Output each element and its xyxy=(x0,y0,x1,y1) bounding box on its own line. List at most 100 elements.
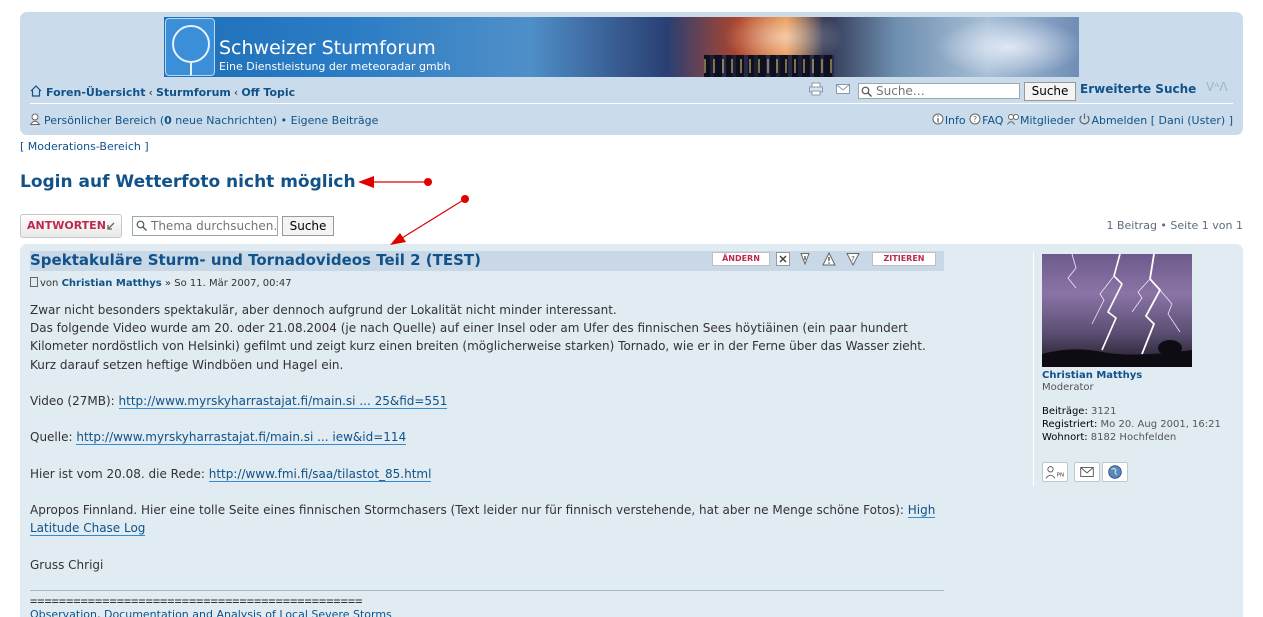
post-author-link[interactable]: Christian Matthys xyxy=(62,278,162,289)
website-globe-icon[interactable] xyxy=(1102,462,1128,482)
reply-button-label: ANTWORTEN xyxy=(27,219,106,232)
profile-stats: Beiträge: 3121 Registriert: Mo 20. Aug 2… xyxy=(1042,405,1222,444)
avatar[interactable] xyxy=(1042,254,1192,367)
reply-arrow-icon xyxy=(107,222,115,230)
svg-text:?: ? xyxy=(851,255,855,263)
signature-link[interactable]: Observation, Documentation and Analysis … xyxy=(30,608,392,617)
registered-value: Mo 20. Aug 2001, 16:21 xyxy=(1097,419,1221,430)
own-posts-link[interactable]: Eigene Beiträge xyxy=(291,114,379,127)
post-date: » So 11. Mär 2007, 00:47 xyxy=(161,278,292,289)
user-control-panel-link[interactable]: Persönlicher Bereich (0 neue Nachrichten… xyxy=(30,112,378,127)
breadcrumb-separator: ‹ xyxy=(148,86,153,99)
personal-area-prefix: Persönlicher Bereich ( xyxy=(44,114,165,127)
pagination-info: 1 Beitrag • Seite 1 von 1 xyxy=(1106,219,1244,232)
annotation-arrow xyxy=(390,195,469,245)
info-link[interactable]: Info xyxy=(945,114,966,127)
edit-button[interactable]: ÄNDERN xyxy=(712,252,770,266)
video-label: Video (27MB): xyxy=(30,394,119,408)
profile-name-link[interactable]: Christian Matthys xyxy=(1042,370,1142,381)
breadcrumb-subforum[interactable]: Off Topic xyxy=(241,86,295,99)
posts-label: Beiträge: xyxy=(1042,406,1088,417)
profile-location: Wohnort: 8182 Hochfelden xyxy=(1042,431,1222,444)
registered-label: Registriert: xyxy=(1042,419,1098,430)
post-icon xyxy=(30,277,38,287)
post-greeting: Gruss Chrigi xyxy=(30,557,104,572)
profile-rank: Moderator xyxy=(1042,382,1094,393)
logout-link[interactable]: Abmelden [ Dani (Uster) ] xyxy=(1091,114,1233,127)
breadcrumb-home[interactable]: Foren-Übersicht xyxy=(46,86,146,99)
site-banner[interactable]: Schweizer Sturmforum Eine Dienstleistung… xyxy=(164,17,1079,77)
annotation-arrow xyxy=(358,176,432,188)
quote-button-label: ZITIEREN xyxy=(883,254,925,263)
topic-search-input[interactable] xyxy=(132,216,278,236)
report-icon[interactable] xyxy=(798,252,812,266)
edit-button-label: ÄNDERN xyxy=(722,254,760,263)
post: Spektakuläre Sturm- und Tornadovideos Te… xyxy=(20,244,1243,617)
post-profile: Christian Matthys Moderator Beiträge: 31… xyxy=(1033,252,1233,486)
post-text: Hier ist vom 20.08. die Rede: http://www… xyxy=(30,465,950,483)
profile-posts: Beiträge: 3121 xyxy=(1042,405,1222,418)
pm-icon-label: PN xyxy=(1057,473,1064,479)
post-text: Video (27MB): http://www.myrskyharrastaj… xyxy=(30,392,950,410)
location-value: 8182 Hochfelden xyxy=(1087,432,1177,443)
logo-stem xyxy=(190,63,192,75)
breadcrumb: Foren-Übersicht ‹ Sturmforum ‹ Off Topic xyxy=(30,84,295,99)
search-icon xyxy=(861,86,872,97)
faq-link[interactable]: FAQ xyxy=(982,114,1003,127)
delete-icon[interactable] xyxy=(776,252,790,266)
email-icon[interactable] xyxy=(835,82,851,96)
post-title[interactable]: Spektakuläre Sturm- und Tornadovideos Te… xyxy=(30,251,481,269)
info-triangle-icon[interactable]: ? xyxy=(846,252,860,266)
advanced-search-link[interactable]: Erweiterte Suche xyxy=(1080,82,1196,96)
search-input[interactable] xyxy=(858,83,1020,99)
source-link[interactable]: http://www.myrskyharrastajat.fi/main.si … xyxy=(76,430,407,446)
site-logo[interactable] xyxy=(165,18,215,76)
nav-row-user: Persönlicher Bereich (0 neue Nachrichten… xyxy=(30,112,1233,128)
warn-icon[interactable] xyxy=(822,252,836,266)
topic-title[interactable]: Login auf Wetterfoto nicht möglich xyxy=(20,172,356,192)
site-title: Schweizer Sturmforum xyxy=(219,37,436,59)
signature-divider xyxy=(30,590,944,591)
members-link[interactable]: Mitglieder xyxy=(1020,114,1075,127)
posts-value: 3121 xyxy=(1087,406,1117,417)
talk-label: Hier ist vom 20.08. die Rede: xyxy=(30,466,209,481)
post-text: Das folgende Video wurde am 20. oder 21.… xyxy=(30,321,926,372)
signature-rule: ========================================… xyxy=(30,594,363,608)
font-size-toggle[interactable]: ᐯᴬᐱ xyxy=(1206,80,1228,94)
nav-row-top: Foren-Übersicht ‹ Sturmforum ‹ Off Topic Suc… xyxy=(30,80,1233,102)
quote-button[interactable]: ZITIEREN xyxy=(872,252,936,266)
profile-registered: Registriert: Mo 20. Aug 2001, 16:21 xyxy=(1042,418,1222,431)
post-text: Quelle: http://www.myrskyharrastajat.fi/… xyxy=(30,428,950,446)
pm-icon[interactable]: PN xyxy=(1042,462,1068,482)
moderation-area-link[interactable]: [ Moderations-Bereich ] xyxy=(20,140,149,153)
site-subtitle: Eine Dienstleistung der meteoradar gmbh xyxy=(219,60,451,73)
reply-button[interactable]: ANTWORTEN xyxy=(20,214,122,238)
breadcrumb-forum[interactable]: Sturmforum xyxy=(156,86,231,99)
source-label: Quelle: xyxy=(30,430,77,445)
post-meta-prefix: von xyxy=(40,278,62,289)
lightning-photo xyxy=(1042,254,1192,367)
fmi-link[interactable]: http://www.fmi.fi/saa/tilastot_85.html xyxy=(208,466,432,482)
power-icon xyxy=(1079,113,1091,125)
svg-text:?: ? xyxy=(973,115,977,124)
banner-city-skyline xyxy=(704,55,834,77)
video-link[interactable]: http://www.myrskyharrastajat.fi/main.si … xyxy=(118,394,448,409)
print-icon[interactable] xyxy=(808,82,824,96)
email-icon[interactable] xyxy=(1074,462,1100,482)
search-button[interactable]: Suche xyxy=(1024,82,1076,101)
header-right-links: Info ? FAQ Mitglieder Abmelden [ Dani (Us… xyxy=(932,112,1233,127)
topic-search-button[interactable]: Suche xyxy=(282,216,334,236)
search-icon xyxy=(136,220,147,231)
user-icon xyxy=(30,113,41,125)
post-content: Zwar nicht besonders spektakulär, aber d… xyxy=(30,301,950,574)
post-text: Apropos Finnland. Hier eine tolle Seite … xyxy=(30,501,950,537)
banner-cloud xyxy=(934,17,1079,77)
info-icon xyxy=(932,113,944,125)
members-icon xyxy=(1007,114,1019,125)
header-divider xyxy=(30,103,1233,104)
